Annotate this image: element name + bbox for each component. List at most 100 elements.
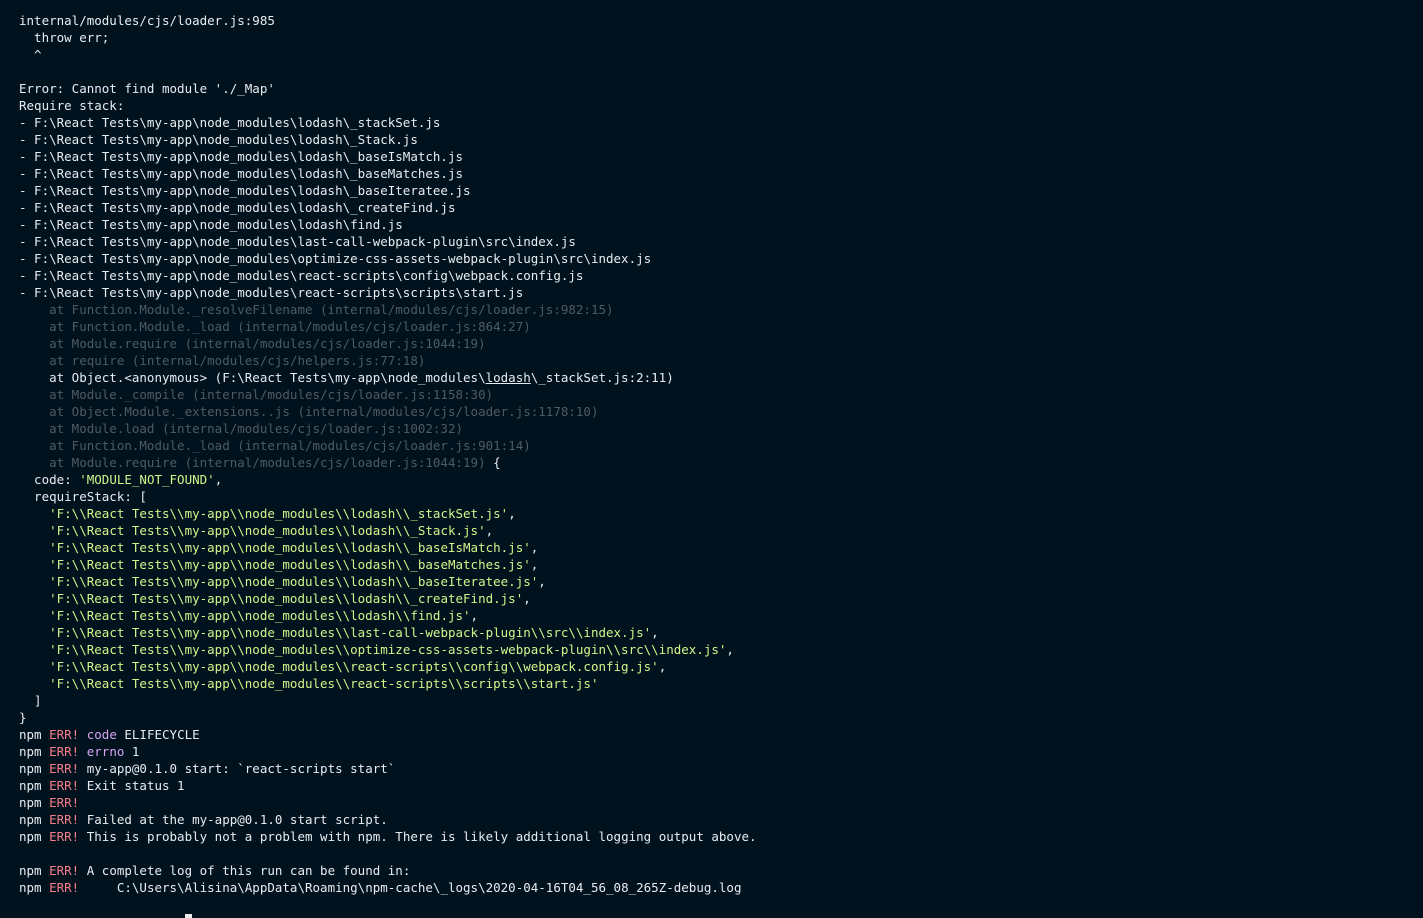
require-stack-string-line: 'F:\\React Tests\\my-app\\node_modules\\… [49, 642, 734, 657]
stack-trace-highlight-line: at Object.<anonymous> (F:\React Tests\my… [19, 369, 1423, 386]
npm-log-text: A complete log of this run can be found … [79, 863, 411, 878]
terminal-output[interactable]: internal/modules/cjs/loader.js:985 throw… [0, 0, 1423, 918]
require-stack-string-line: 'F:\\React Tests\\my-app\\node_modules\\… [49, 574, 546, 589]
require-stack-string-line: 'F:\\React Tests\\my-app\\node_modules\\… [49, 540, 539, 555]
require-path-string: 'F:\\React Tests\\my-app\\node_modules\\… [49, 557, 531, 572]
require-path-string: 'F:\\React Tests\\my-app\\node_modules\\… [49, 523, 486, 538]
npm-err-badge: ERR! [49, 812, 80, 827]
require-stack-string-line: 'F:\\React Tests\\my-app\\node_modules\\… [19, 675, 1423, 692]
require-path-string: 'F:\\React Tests\\my-app\\node_modules\\… [49, 574, 539, 589]
require-stack-string-line: 'F:\\React Tests\\my-app\\node_modules\\… [49, 506, 516, 521]
trace-text: at Module.require (internal/modules/cjs/… [19, 455, 486, 470]
require-stack-open: requireStack: [ [19, 489, 147, 504]
npm-err-line: npm ERR! my-app@0.1.0 start: `react-scri… [19, 760, 1423, 777]
stack-trace-line: at Module.require (internal/modules/cjs/… [19, 336, 486, 351]
npm-err-text: my-app@0.1.0 start: `react-scripts start… [79, 761, 396, 776]
npm-err-badge: ERR! [49, 880, 80, 895]
stack-trace-line: at Function.Module._resolveFilename (int… [19, 302, 614, 317]
npm-err-line: npm ERR! code ELIFECYCLE [19, 726, 1423, 743]
npm-err-text: Exit status 1 [79, 778, 185, 793]
npm-prefix: npm [19, 829, 50, 844]
npm-err-text: 1 [124, 744, 140, 759]
stack-trace-line: at Function.Module._load (internal/modul… [19, 438, 531, 453]
require-stack-string-line: 'F:\\React Tests\\my-app\\node_modules\\… [49, 659, 667, 674]
trace-prefix: at Object.<anonymous> (F:\React Tests\my… [19, 370, 486, 385]
require-stack-line: - F:\React Tests\my-app\node_modules\lod… [19, 149, 464, 164]
text-cursor [184, 914, 192, 918]
stack-trace-line: at Object.Module._extensions..js (intern… [19, 404, 599, 419]
require-stack-string-line: 'F:\\React Tests\\my-app\\node_modules\\… [49, 523, 494, 538]
require-stack-line: - F:\React Tests\my-app\node_modules\lod… [19, 166, 464, 181]
error-header-line: Require stack: [19, 98, 125, 113]
npm-err-badge: ERR! [49, 744, 80, 759]
error-code-line: code: 'MODULE_NOT_FOUND', [19, 471, 1423, 488]
require-stack-close: ] [19, 693, 42, 708]
npm-err-line: npm ERR! A complete log of this run can … [19, 862, 1423, 879]
npm-prefix: npm [19, 744, 50, 759]
stack-trace-last-line: at Module.require (internal/modules/cjs/… [19, 454, 1423, 471]
require-path-string: 'F:\\React Tests\\my-app\\node_modules\\… [49, 676, 599, 691]
npm-prefix: npm [19, 761, 50, 776]
npm-log-text: C:\Users\Alisina\AppData\Roaming\npm-cac… [79, 880, 742, 895]
require-path-string: 'F:\\React Tests\\my-app\\node_modules\\… [49, 642, 727, 657]
require-stack-string-line: 'F:\\React Tests\\my-app\\node_modules\\… [49, 591, 531, 606]
error-header-line: throw err; [19, 30, 110, 45]
require-stack-line: - F:\React Tests\my-app\node_modules\rea… [19, 268, 584, 283]
stack-trace-line: at Module.load (internal/modules/cjs/loa… [19, 421, 464, 436]
require-stack-string-line: 'F:\\React Tests\\my-app\\node_modules\\… [49, 625, 659, 640]
require-path-string: 'F:\\React Tests\\my-app\\node_modules\\… [49, 506, 509, 521]
npm-err-badge: ERR! [49, 863, 80, 878]
npm-err-text: This is probably not a problem with npm.… [79, 829, 757, 844]
npm-prefix: npm [19, 795, 50, 810]
npm-err-line: npm ERR! Exit status 1 [19, 777, 1423, 794]
require-stack-string-line: 'F:\\React Tests\\my-app\\node_modules\\… [49, 557, 539, 572]
require-stack-line: - F:\React Tests\my-app\node_modules\lod… [19, 217, 403, 232]
stack-trace-line: at Function.Module._load (internal/modul… [19, 319, 531, 334]
require-stack-line: - F:\React Tests\my-app\node_modules\las… [19, 234, 576, 249]
npm-err-line: npm ERR! errno 1 [19, 743, 1423, 760]
npm-prefix: npm [19, 727, 50, 742]
error-header-line: Error: Cannot find module './_Map' [19, 81, 275, 96]
prompt-line [19, 913, 1423, 918]
error-header-line: ^ [19, 47, 42, 62]
require-stack-line: - F:\React Tests\my-app\node_modules\lod… [19, 183, 471, 198]
error-header-line: internal/modules/cjs/loader.js:985 [19, 13, 275, 28]
trace-link[interactable]: lodash [486, 370, 531, 385]
require-stack-line: - F:\React Tests\my-app\node_modules\lod… [19, 200, 456, 215]
require-stack-line: - F:\React Tests\my-app\node_modules\rea… [19, 285, 524, 300]
npm-prefix: npm [19, 778, 50, 793]
npm-err-text: Failed at the my-app@0.1.0 start script. [79, 812, 388, 827]
require-path-string: 'F:\\React Tests\\my-app\\node_modules\\… [49, 625, 652, 640]
npm-err-badge: ERR! [49, 778, 80, 793]
stack-trace-line: at require (internal/modules/cjs/helpers… [19, 353, 426, 368]
object-close: } [19, 710, 27, 725]
npm-err-line: npm ERR! C:\Users\Alisina\AppData\Roamin… [19, 879, 1423, 896]
stack-trace-line: at Module._compile (internal/modules/cjs… [19, 387, 494, 402]
require-path-string: 'F:\\React Tests\\my-app\\node_modules\\… [49, 540, 531, 555]
npm-err-badge: ERR! [49, 727, 80, 742]
require-path-string: 'F:\\React Tests\\my-app\\node_modules\\… [49, 608, 471, 623]
error-header-line [19, 63, 1423, 80]
npm-prefix: npm [19, 812, 50, 827]
npm-err-line: npm ERR! Failed at the my-app@0.1.0 star… [19, 811, 1423, 828]
open-brace: { [485, 455, 501, 470]
npm-err-badge: ERR! [49, 761, 80, 776]
require-stack-string-line: 'F:\\React Tests\\my-app\\node_modules\\… [49, 608, 479, 623]
npm-err-text: ELIFECYCLE [116, 727, 200, 742]
require-path-string: 'F:\\React Tests\\my-app\\node_modules\\… [49, 659, 659, 674]
npm-prefix: npm [19, 863, 50, 878]
npm-prefix: npm [19, 880, 50, 895]
npm-err-badge: ERR! [49, 829, 80, 844]
npm-err-badge: ERR! [49, 795, 80, 810]
code-key: code: [19, 472, 80, 487]
require-stack-line: - F:\React Tests\my-app\node_modules\lod… [19, 115, 441, 130]
npm-err-keyword: code [86, 727, 117, 742]
code-comma: , [214, 472, 223, 487]
trace-suffix: \_stackSet.js:2:11) [530, 370, 674, 385]
require-stack-line: - F:\React Tests\my-app\node_modules\opt… [19, 251, 652, 266]
code-value: 'MODULE_NOT_FOUND' [79, 472, 215, 487]
npm-err-line: npm ERR! [19, 794, 1423, 811]
npm-err-keyword: errno [86, 744, 125, 759]
